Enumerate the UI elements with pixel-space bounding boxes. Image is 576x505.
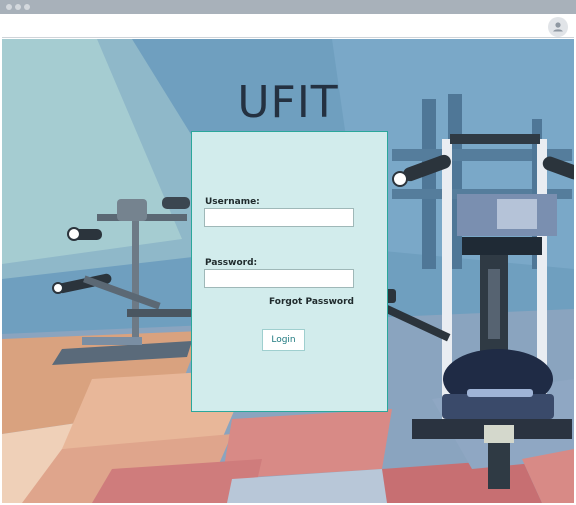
- username-label: Username:: [205, 197, 260, 207]
- forgot-password-link[interactable]: Forgot Password: [269, 297, 354, 307]
- user-profile-button[interactable]: [548, 17, 568, 37]
- address-bar[interactable]: [2, 15, 574, 38]
- browser-title-bar: [0, 0, 576, 14]
- password-label: Password:: [205, 258, 258, 268]
- login-panel: Username: Password: Forgot Password Logi…: [191, 131, 388, 412]
- password-input[interactable]: [204, 269, 354, 288]
- page-viewport: UFIT Username: Password: Forgot Password…: [2, 39, 574, 503]
- login-button[interactable]: Login: [262, 329, 305, 351]
- window-close-dot[interactable]: [6, 4, 12, 10]
- app-title: UFIT: [237, 77, 339, 128]
- window-minimize-dot[interactable]: [15, 4, 21, 10]
- window-maximize-dot[interactable]: [24, 4, 30, 10]
- user-icon: [553, 22, 563, 32]
- username-input[interactable]: [204, 208, 354, 227]
